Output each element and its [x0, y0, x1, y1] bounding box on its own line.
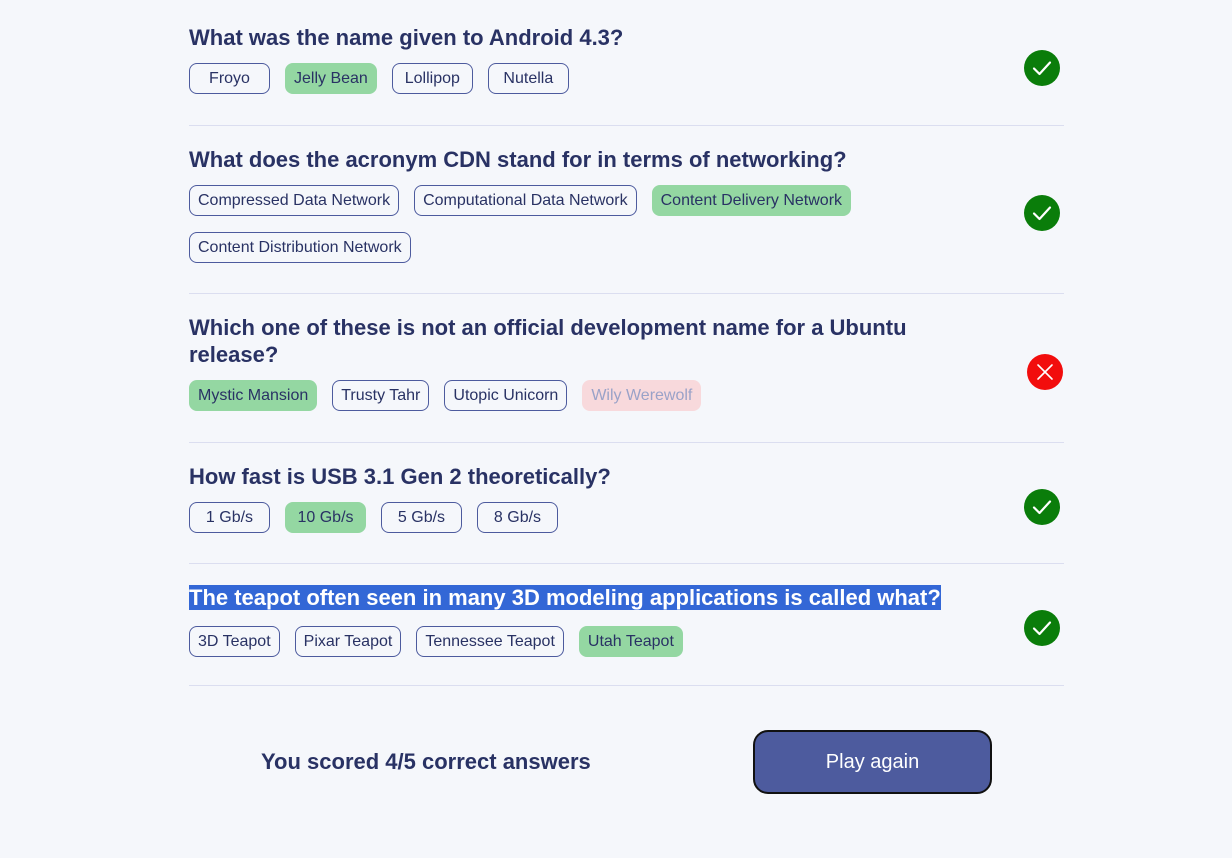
cross-icon — [1037, 364, 1053, 380]
answer-option[interactable]: 8 Gb/s — [477, 502, 558, 533]
quiz-results-list: What was the name given to Android 4.3? … — [189, 14, 1064, 686]
correct-status-badge — [1024, 50, 1060, 86]
answer-option[interactable]: Tennessee Teapot — [416, 626, 564, 657]
correct-status-badge — [1024, 489, 1060, 525]
answer-option[interactable]: 3D Teapot — [189, 626, 280, 657]
correct-status-badge — [1024, 195, 1060, 231]
answer-option[interactable]: 1 Gb/s — [189, 502, 270, 533]
play-again-button[interactable]: Play again — [753, 730, 992, 794]
answer-option-correct[interactable]: Utah Teapot — [578, 626, 683, 657]
answer-option-wrong[interactable]: Wily Werewolf — [582, 380, 702, 411]
answer-options: 1 Gb/s 10 Gb/s 5 Gb/s 8 Gb/s — [189, 502, 954, 533]
question-block: What was the name given to Android 4.3? … — [189, 14, 1064, 126]
question-text: Which one of these is not an official de… — [189, 315, 907, 367]
answer-options: Froyo Jelly Bean Lollipop Nutella — [189, 63, 954, 94]
answer-option[interactable]: Computational Data Network — [414, 185, 637, 216]
answer-option[interactable]: Content Distribution Network — [189, 232, 411, 263]
question-text: How fast is USB 3.1 Gen 2 theoretically? — [189, 464, 611, 489]
question-block: What does the acronym CDN stand for in t… — [189, 126, 1064, 294]
answer-option[interactable]: Compressed Data Network — [189, 185, 400, 216]
question-text: What was the name given to Android 4.3? — [189, 25, 624, 50]
checkmark-icon — [1032, 206, 1052, 221]
answer-options: Mystic Mansion Trusty Tahr Utopic Unicor… — [189, 380, 954, 411]
answer-option[interactable]: Pixar Teapot — [294, 626, 402, 657]
answer-option-correct[interactable]: 10 Gb/s — [285, 502, 366, 533]
score-text: You scored 4/5 correct answers — [261, 749, 591, 774]
question-block: The teapot often seen in many 3D modelin… — [189, 564, 1064, 686]
checkmark-icon — [1032, 621, 1052, 636]
answer-option[interactable]: Utopic Unicorn — [444, 380, 568, 411]
answer-option-correct[interactable]: Content Delivery Network — [651, 185, 852, 216]
correct-status-badge — [1024, 610, 1060, 646]
answer-option[interactable]: Trusty Tahr — [332, 380, 430, 411]
answer-options: Compressed Data Network Computational Da… — [189, 185, 954, 263]
incorrect-status-badge — [1027, 354, 1063, 390]
question-text: The teapot often seen in many 3D modelin… — [189, 585, 941, 610]
question-block: How fast is USB 3.1 Gen 2 theoretically?… — [189, 443, 1064, 564]
checkmark-icon — [1032, 61, 1052, 76]
question-block: Which one of these is not an official de… — [189, 294, 1064, 443]
question-text: What does the acronym CDN stand for in t… — [189, 147, 847, 172]
results-footer: You scored 4/5 correct answers Play agai… — [189, 730, 1064, 796]
answer-option[interactable]: 5 Gb/s — [381, 502, 462, 533]
answer-option-correct[interactable]: Mystic Mansion — [189, 380, 318, 411]
answer-option-correct[interactable]: Jelly Bean — [285, 63, 377, 94]
answer-options: 3D Teapot Pixar Teapot Tennessee Teapot … — [189, 626, 954, 657]
answer-option[interactable]: Froyo — [189, 63, 270, 94]
answer-option[interactable]: Lollipop — [391, 63, 473, 94]
checkmark-icon — [1032, 500, 1052, 515]
answer-option[interactable]: Nutella — [487, 63, 569, 94]
